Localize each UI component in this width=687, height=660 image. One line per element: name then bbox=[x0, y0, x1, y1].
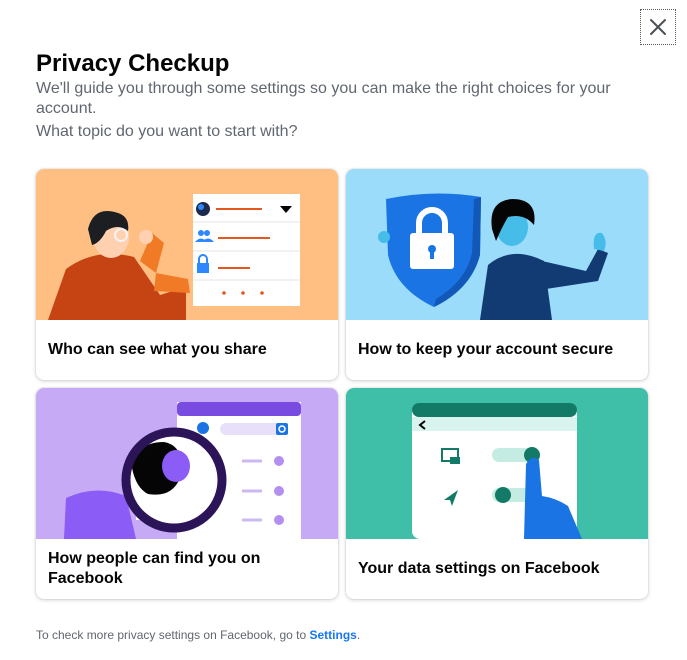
dialog-description: We'll guide you through some settings so… bbox=[36, 80, 611, 117]
topic-label: How people can find you on Facebook bbox=[48, 550, 261, 587]
footer-text: To check more privacy settings on Facebo… bbox=[36, 628, 307, 642]
topic-card-find-you[interactable]: How people can find you on Facebook bbox=[36, 388, 338, 599]
footer-suffix: . bbox=[356, 628, 361, 642]
dialog-title: Privacy Checkup bbox=[36, 50, 230, 77]
data-settings-illustration bbox=[346, 388, 648, 539]
topic-label: Who can see what you share bbox=[48, 341, 267, 358]
security-shield-illustration bbox=[346, 169, 648, 320]
magnifier-search-illustration bbox=[36, 388, 338, 539]
footer-note: To check more privacy settings on Facebo… bbox=[36, 627, 360, 643]
topic-card-who-can-see[interactable]: Who can see what you share bbox=[36, 169, 338, 380]
topic-card-data-settings[interactable]: Your data settings on Facebook bbox=[346, 388, 648, 599]
close-icon bbox=[650, 19, 666, 35]
topic-card-account-secure[interactable]: How to keep your account secure bbox=[346, 169, 648, 380]
topic-label: How to keep your account secure bbox=[358, 341, 614, 358]
close-button[interactable] bbox=[640, 9, 676, 45]
topic-question: What topic do you want to start with? bbox=[36, 123, 298, 140]
sharing-illustration bbox=[36, 169, 338, 320]
settings-link[interactable]: Settings bbox=[309, 628, 356, 642]
topic-label: Your data settings on Facebook bbox=[358, 560, 600, 577]
